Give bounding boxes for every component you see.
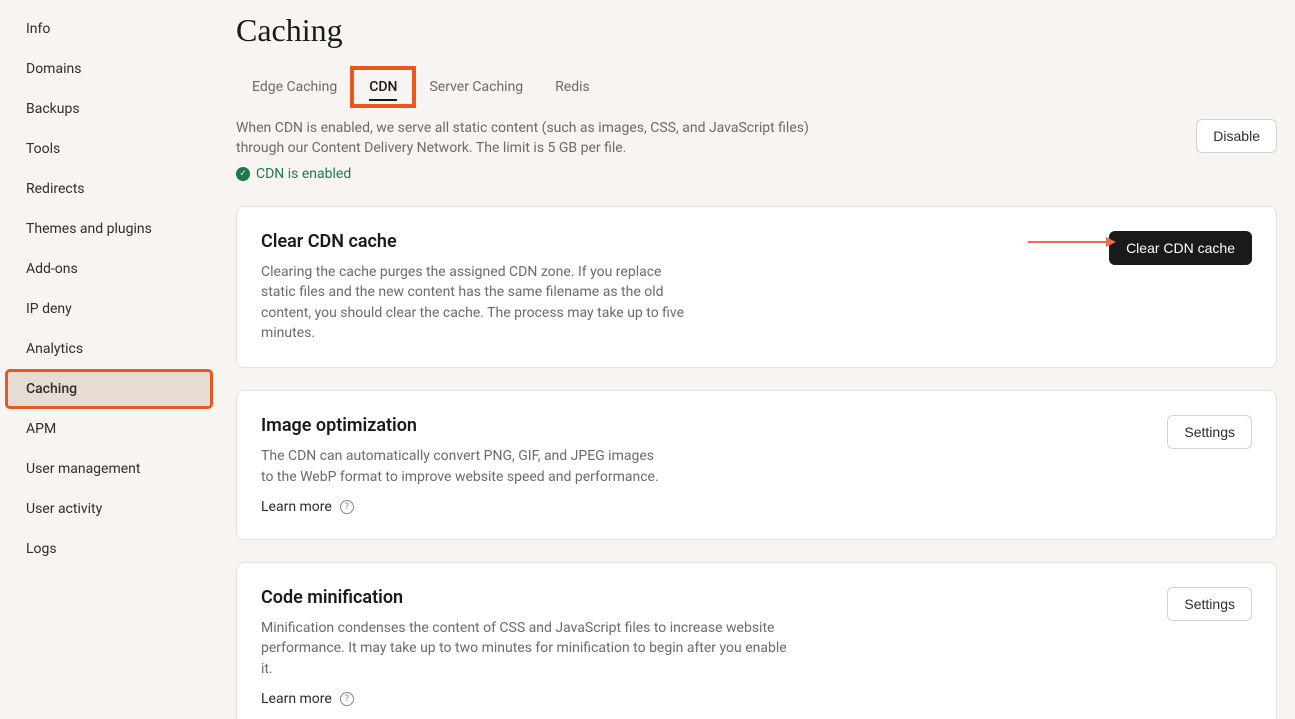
page-title: Caching xyxy=(236,12,1277,49)
learn-more-image-opt[interactable]: Learn more ? xyxy=(261,499,661,515)
image-opt-settings-button[interactable]: Settings xyxy=(1167,415,1252,449)
sidebar-item-redirects[interactable]: Redirects xyxy=(6,170,212,208)
cdn-status-label: CDN is enabled xyxy=(256,166,351,182)
sidebar-item-backups[interactable]: Backups xyxy=(6,90,212,128)
tabs: Edge Caching CDN Server Caching Redis xyxy=(236,69,1277,105)
learn-more-code-min[interactable]: Learn more ? xyxy=(261,691,791,707)
card-title-code-min: Code minification xyxy=(261,587,791,608)
sidebar-item-caching[interactable]: Caching xyxy=(6,370,212,408)
code-min-settings-button[interactable]: Settings xyxy=(1167,587,1252,621)
card-title-clear-cdn: Clear CDN cache xyxy=(261,231,691,252)
card-desc-image-opt: The CDN can automatically convert PNG, G… xyxy=(261,446,661,487)
sidebar-item-tools[interactable]: Tools xyxy=(6,130,212,168)
sidebar-item-analytics[interactable]: Analytics xyxy=(6,330,212,368)
tab-redis[interactable]: Redis xyxy=(539,69,606,105)
learn-more-label: Learn more xyxy=(261,499,332,515)
sidebar-item-apm[interactable]: APM xyxy=(6,410,212,448)
learn-more-label: Learn more xyxy=(261,691,332,707)
sidebar-item-themes-plugins[interactable]: Themes and plugins xyxy=(6,210,212,248)
cdn-status: ✓ CDN is enabled xyxy=(236,166,836,182)
tab-cdn[interactable]: CDN xyxy=(353,69,413,105)
sidebar-item-user-activity[interactable]: User activity xyxy=(6,490,212,528)
check-circle-icon: ✓ xyxy=(236,167,250,181)
sidebar-item-ip-deny[interactable]: IP deny xyxy=(6,290,212,328)
card-desc-code-min: Minification condenses the content of CS… xyxy=(261,618,791,679)
intro-row: When CDN is enabled, we serve all static… xyxy=(236,119,1277,182)
sidebar-item-user-management[interactable]: User management xyxy=(6,450,212,488)
sidebar-item-logs[interactable]: Logs xyxy=(6,530,212,568)
intro-text: When CDN is enabled, we serve all static… xyxy=(236,119,836,158)
card-image-optimization: Image optimization The CDN can automatic… xyxy=(236,390,1277,540)
card-code-minification: Code minification Minification condenses… xyxy=(236,562,1277,719)
help-icon: ? xyxy=(340,692,354,706)
sidebar-item-domains[interactable]: Domains xyxy=(6,50,212,88)
disable-button[interactable]: Disable xyxy=(1196,119,1277,153)
tab-edge-caching[interactable]: Edge Caching xyxy=(236,69,353,105)
clear-cdn-cache-button[interactable]: Clear CDN cache xyxy=(1109,231,1252,265)
card-desc-clear-cdn: Clearing the cache purges the assigned C… xyxy=(261,262,691,343)
sidebar: Info Domains Backups Tools Redirects The… xyxy=(0,0,218,719)
card-clear-cdn-cache: Clear CDN cache Clearing the cache purge… xyxy=(236,206,1277,368)
tab-server-caching[interactable]: Server Caching xyxy=(413,69,539,105)
sidebar-item-addons[interactable]: Add-ons xyxy=(6,250,212,288)
sidebar-item-info[interactable]: Info xyxy=(6,10,212,48)
main-content: Caching Edge Caching CDN Server Caching … xyxy=(218,0,1295,719)
intro-block: When CDN is enabled, we serve all static… xyxy=(236,119,836,182)
card-title-image-opt: Image optimization xyxy=(261,415,661,436)
help-icon: ? xyxy=(340,500,354,514)
